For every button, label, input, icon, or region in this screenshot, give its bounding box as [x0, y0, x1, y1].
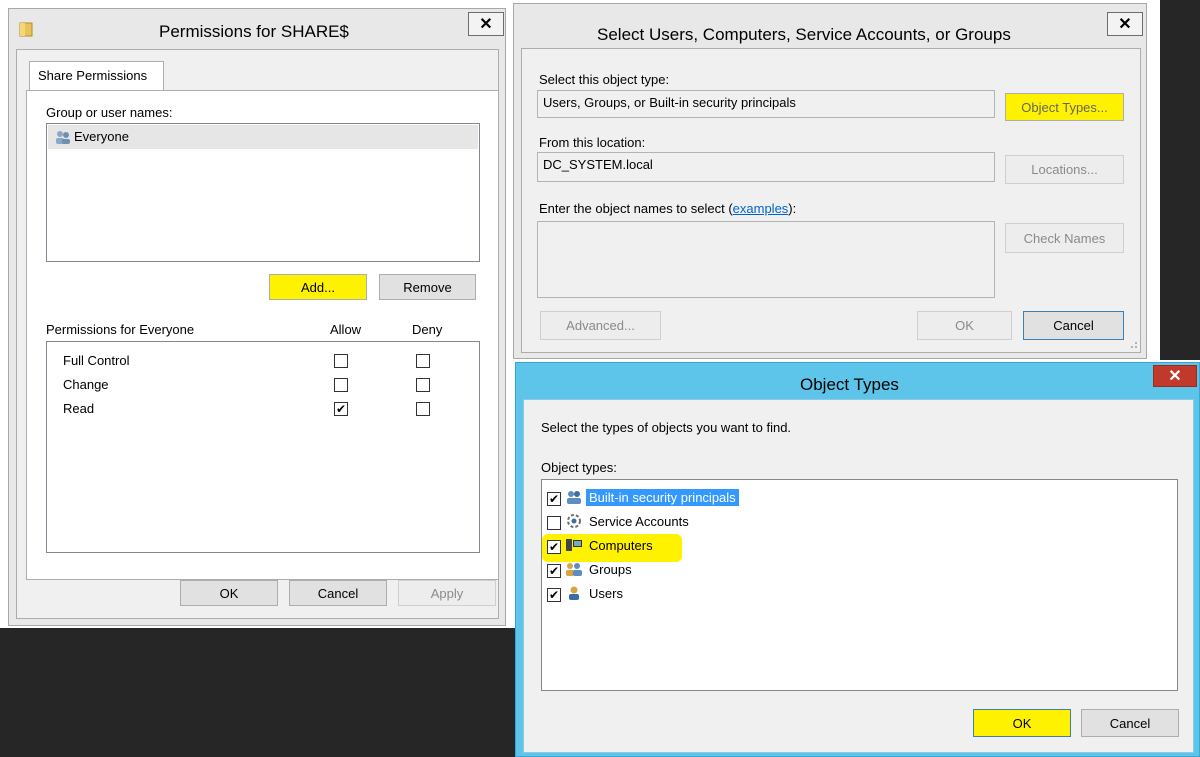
- examples-link[interactable]: examples: [733, 201, 789, 216]
- checkmark-icon: ✔: [548, 492, 560, 506]
- computers-icon: [566, 539, 582, 551]
- full-control-allow-checkbox[interactable]: [334, 354, 348, 368]
- enter-names-label: Enter the object names to select (exampl…: [539, 201, 796, 216]
- security-principals-icon: [567, 491, 581, 504]
- users-checkbox[interactable]: ✔: [547, 588, 561, 602]
- close-icon: ✕: [1118, 16, 1132, 33]
- permissions-dialog: Permissions for SHARE$ ✕ Share Permissio…: [8, 8, 506, 626]
- user-list[interactable]: Everyone: [46, 123, 480, 262]
- object-type-label[interactable]: Groups: [589, 562, 632, 577]
- advanced-button[interactable]: Advanced...: [540, 311, 661, 340]
- select-users-dialog: Select Users, Computers, Service Account…: [513, 3, 1147, 359]
- permission-label: Change: [63, 377, 109, 392]
- checkmark-icon: ✔: [548, 564, 560, 578]
- ok-button[interactable]: OK: [180, 580, 278, 606]
- group-or-user-label: Group or user names:: [46, 105, 173, 120]
- location-label: From this location:: [539, 135, 646, 150]
- groups-icon: [566, 563, 582, 576]
- change-allow-checkbox[interactable]: [334, 378, 348, 392]
- desktop-background-right: [1160, 0, 1200, 360]
- object-type-field: Users, Groups, or Built-in security prin…: [537, 90, 995, 118]
- object-type-label[interactable]: Service Accounts: [589, 514, 689, 529]
- close-button[interactable]: ✕: [1153, 365, 1197, 387]
- full-control-deny-checkbox[interactable]: [416, 354, 430, 368]
- read-allow-checkbox[interactable]: ✔: [334, 402, 348, 416]
- read-deny-checkbox[interactable]: [416, 402, 430, 416]
- groups-checkbox[interactable]: ✔: [547, 564, 561, 578]
- locations-button[interactable]: Locations...: [1005, 155, 1124, 184]
- built-in-security-principals-checkbox[interactable]: ✔: [547, 492, 561, 506]
- checkmark-icon: ✔: [335, 402, 347, 416]
- add-button[interactable]: Add...: [269, 274, 367, 300]
- folder-icon: [19, 22, 33, 37]
- ok-button[interactable]: OK: [973, 709, 1071, 737]
- users-icon: [569, 586, 579, 600]
- cancel-button[interactable]: Cancel: [1081, 709, 1179, 737]
- object-types-list: ✔ Built-in security principals Service A…: [541, 479, 1178, 691]
- tab-share-permissions[interactable]: Share Permissions: [29, 61, 164, 91]
- object-types-dialog: Object Types ✕ Select the types of objec…: [515, 362, 1200, 757]
- cancel-button[interactable]: Cancel: [1023, 311, 1124, 340]
- object-type-label[interactable]: Users: [589, 586, 623, 601]
- apply-button[interactable]: Apply: [398, 580, 496, 606]
- close-button[interactable]: ✕: [468, 12, 504, 36]
- user-name-everyone: Everyone: [74, 129, 129, 144]
- object-types-list-label: Object types:: [541, 460, 617, 475]
- permissions-header: Permissions for Everyone: [46, 322, 195, 337]
- cancel-button[interactable]: Cancel: [289, 580, 387, 606]
- resize-grip-icon[interactable]: [1128, 339, 1138, 349]
- object-type-label[interactable]: Built-in security principals: [586, 489, 739, 506]
- check-names-button[interactable]: Check Names: [1005, 223, 1124, 253]
- remove-button[interactable]: Remove: [379, 274, 476, 300]
- ok-button[interactable]: OK: [917, 311, 1012, 340]
- object-types-instruction: Select the types of objects you want to …: [541, 420, 792, 435]
- close-icon: ✕: [479, 16, 493, 33]
- deny-header: Deny: [412, 322, 443, 337]
- close-button[interactable]: ✕: [1107, 12, 1143, 36]
- list-item[interactable]: Everyone: [48, 125, 478, 149]
- change-deny-checkbox[interactable]: [416, 378, 430, 392]
- desktop-background: [0, 628, 520, 757]
- users-group-icon: [56, 131, 70, 144]
- object-types-title: Object Types: [800, 375, 899, 394]
- close-icon: ✕: [1168, 368, 1182, 385]
- object-type-label[interactable]: Computers: [589, 538, 653, 553]
- location-field: DC_SYSTEM.local: [537, 152, 995, 182]
- object-type-label: Select this object type:: [539, 72, 670, 87]
- allow-header: Allow: [330, 322, 362, 337]
- object-names-input[interactable]: [537, 221, 995, 298]
- object-types-button[interactable]: Object Types...: [1005, 93, 1124, 121]
- permission-label: Read: [63, 401, 95, 416]
- computers-checkbox[interactable]: ✔: [547, 540, 561, 554]
- permission-label: Full Control: [63, 353, 130, 368]
- select-dialog-title: Select Users, Computers, Service Account…: [597, 25, 1011, 44]
- service-accounts-checkbox[interactable]: [547, 516, 561, 530]
- checkmark-icon: ✔: [548, 588, 560, 602]
- enter-names-text-end: ):: [788, 201, 797, 216]
- service-accounts-icon: [567, 514, 581, 528]
- permissions-dialog-title: Permissions for SHARE$: [159, 22, 349, 41]
- permissions-list: Full Control Change Read ✔: [46, 341, 480, 553]
- enter-names-text: Enter the object names to select (: [539, 201, 733, 216]
- checkmark-icon: ✔: [548, 540, 560, 554]
